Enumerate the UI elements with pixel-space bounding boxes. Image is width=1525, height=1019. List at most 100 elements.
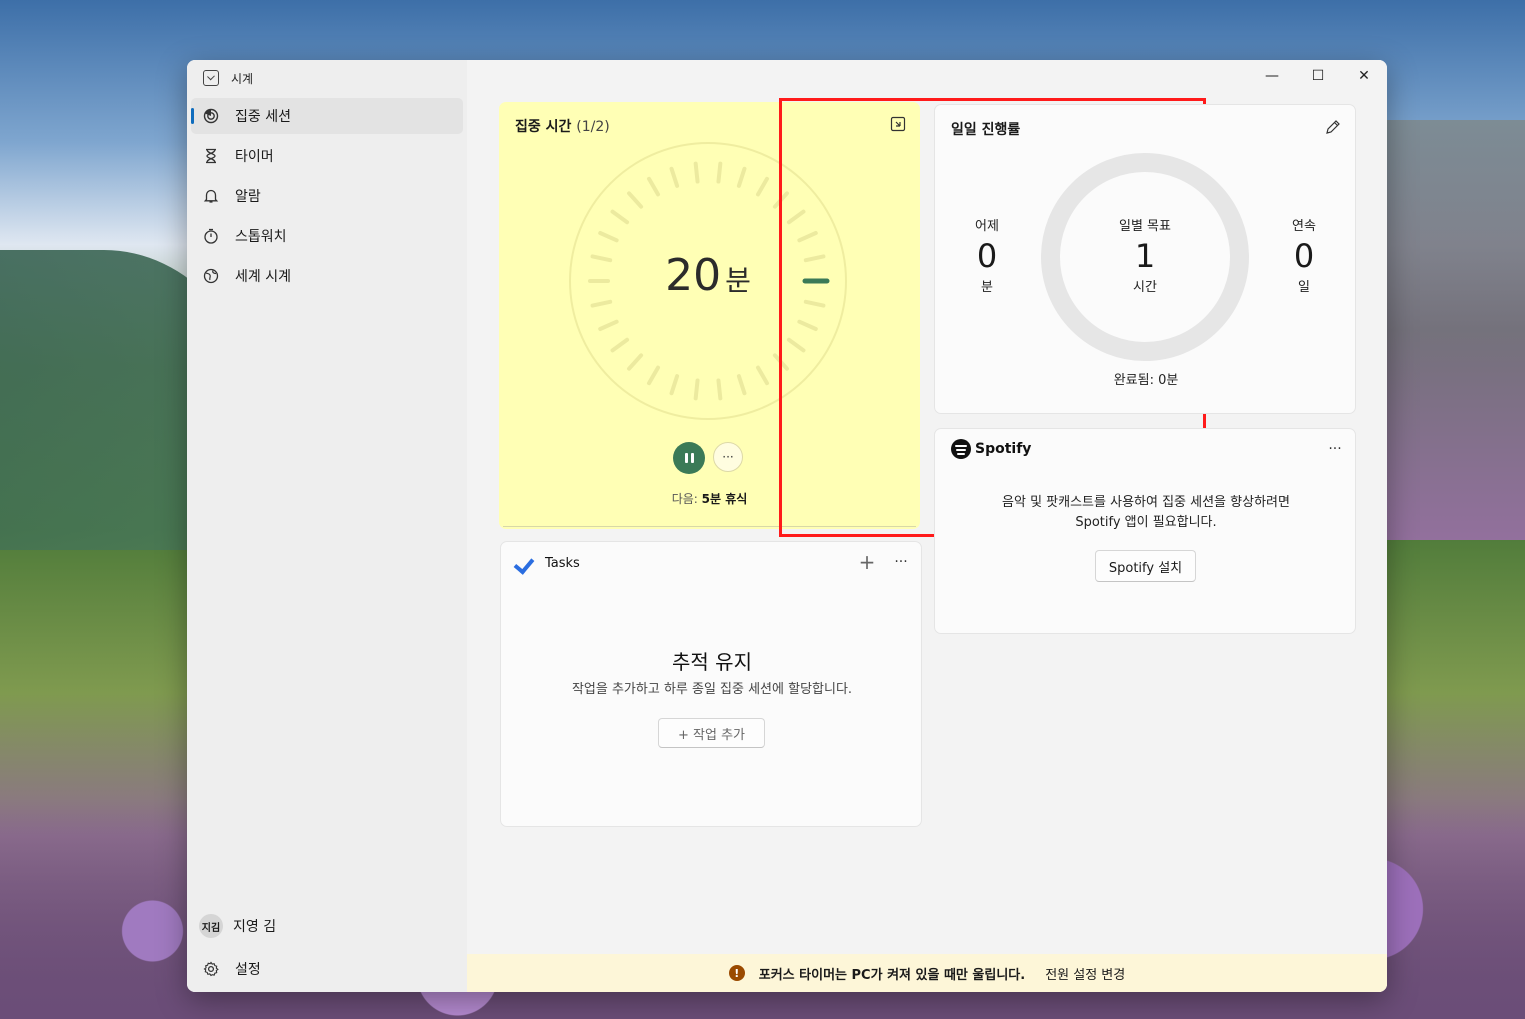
pause-button[interactable] bbox=[673, 442, 705, 474]
dial-tick bbox=[736, 166, 747, 188]
dial-tick bbox=[598, 231, 619, 243]
tasks-empty-description: 작업을 추가하고 하루 종일 집중 세션에 할당합니다. bbox=[571, 682, 853, 697]
dial-tick bbox=[797, 319, 818, 331]
dial-tick bbox=[647, 176, 660, 197]
next-up: 다음: 5분 휴식 bbox=[499, 490, 920, 507]
dial-tick bbox=[803, 299, 826, 308]
dial-tick bbox=[716, 161, 723, 184]
dial-tick bbox=[772, 353, 789, 371]
completed-text: 완료됨: 0분 bbox=[1113, 373, 1179, 388]
focus-more-button[interactable]: ··· bbox=[713, 442, 743, 472]
add-task-plus-button[interactable]: + bbox=[855, 550, 879, 574]
hourglass-icon bbox=[203, 148, 219, 164]
dial-tick bbox=[797, 231, 818, 243]
dial-tick bbox=[669, 374, 680, 396]
spotify-icon bbox=[951, 439, 971, 459]
sidebar-item-label: 집중 세션 bbox=[235, 109, 291, 125]
sidebar-item-label: 알람 bbox=[235, 189, 261, 205]
yesterday-value: 0 bbox=[976, 237, 998, 275]
focus-card-title: 집중 시간 (1/2) bbox=[515, 116, 610, 136]
gear-icon bbox=[203, 961, 219, 977]
dial-tick bbox=[693, 378, 700, 401]
warning-icon: ! bbox=[728, 965, 745, 981]
pause-icon-bar bbox=[684, 453, 688, 463]
dial-tick bbox=[610, 337, 630, 353]
dial-tick bbox=[756, 365, 769, 386]
progress-title: 일일 진행률 bbox=[951, 122, 1021, 138]
maximize-button[interactable]: ☐ bbox=[1295, 60, 1341, 92]
spotify-logo: Spotify bbox=[951, 439, 1031, 459]
dial-tick bbox=[786, 209, 806, 225]
focus-session-count: (1/2) bbox=[576, 119, 610, 135]
sidebar-item-label: 스톱워치 bbox=[235, 229, 287, 245]
tasks-header: Tasks bbox=[515, 554, 580, 572]
focus-title: 집중 시간 bbox=[515, 119, 572, 135]
user-account[interactable]: 지김 지영 김 bbox=[199, 914, 276, 938]
focus-divider bbox=[503, 526, 916, 527]
install-spotify-button[interactable]: Spotify 설치 bbox=[1095, 550, 1196, 582]
avatar: 지김 bbox=[199, 914, 223, 938]
dial-tick bbox=[736, 374, 747, 396]
sidebar-item-timer[interactable]: 타이머 bbox=[191, 138, 463, 174]
streak-stat: 연속 0 일 bbox=[1264, 215, 1344, 295]
pause-icon-bar bbox=[690, 453, 694, 463]
minimize-button[interactable]: — bbox=[1249, 60, 1295, 92]
goal-unit: 시간 bbox=[1133, 280, 1157, 295]
dial-tick bbox=[610, 209, 630, 225]
daily-goal-stat[interactable]: 일별 목표 1 시간 bbox=[1105, 215, 1185, 295]
dial-tick bbox=[627, 353, 644, 371]
streak-unit: 일 bbox=[1298, 280, 1310, 295]
streak-value: 0 bbox=[1293, 237, 1315, 275]
app-title: 시계 bbox=[231, 71, 254, 86]
globe-icon bbox=[203, 268, 219, 284]
close-button[interactable]: ✕ bbox=[1341, 60, 1387, 92]
bell-icon bbox=[203, 188, 219, 204]
stopwatch-icon bbox=[203, 228, 219, 244]
tasks-empty-title: 추적 유지 bbox=[672, 650, 752, 674]
sidebar-item-alarm[interactable]: 알람 bbox=[191, 178, 463, 214]
clock-app-icon bbox=[203, 70, 219, 86]
streak-label: 연속 bbox=[1292, 219, 1316, 234]
spotify-more-button[interactable]: ··· bbox=[1323, 437, 1347, 461]
timer-unit: 분 bbox=[725, 264, 751, 297]
dial-tick bbox=[693, 161, 700, 184]
next-value: 5분 휴식 bbox=[701, 492, 748, 506]
app-title-bar: 시계 bbox=[203, 68, 253, 88]
dial-tick bbox=[716, 378, 723, 401]
tasks-more-button[interactable]: ··· bbox=[889, 550, 913, 574]
tasks-title: Tasks bbox=[545, 555, 580, 571]
timer-readout: 20 분 bbox=[565, 250, 851, 301]
power-settings-link[interactable]: 전원 설정 변경 bbox=[1045, 964, 1125, 983]
edit-pencil-icon[interactable] bbox=[1321, 115, 1345, 139]
yesterday-stat: 어제 0 분 bbox=[947, 215, 1027, 295]
dial-tick bbox=[786, 337, 806, 353]
nav-list: 집중 세션 타이머 알람 스톱워치 세계 시계 bbox=[191, 98, 463, 298]
sidebar-item-stopwatch[interactable]: 스톱워치 bbox=[191, 218, 463, 254]
yesterday-unit: 분 bbox=[981, 280, 993, 295]
spotify-message-line1: 음악 및 팟캐스트를 사용하여 집중 세션을 향상하려면 bbox=[1002, 495, 1290, 510]
next-prefix: 다음: bbox=[671, 492, 698, 506]
compact-overlay-icon[interactable] bbox=[886, 112, 910, 136]
clock-app-window: 시계 집중 세션 타이머 알람 스톱워치 세계 시계 지김 지영 김 설정 — … bbox=[187, 60, 1387, 992]
dial-tick bbox=[627, 191, 644, 209]
spotify-brand: Spotify bbox=[975, 441, 1032, 457]
add-task-button[interactable]: + 작업 추가 bbox=[658, 718, 765, 748]
dial-tick bbox=[647, 365, 660, 386]
todo-check-icon bbox=[515, 554, 537, 572]
settings-button[interactable]: 설정 bbox=[199, 958, 261, 980]
sidebar: 시계 집중 세션 타이머 알람 스톱워치 세계 시계 지김 지영 김 설정 bbox=[187, 60, 467, 992]
sidebar-item-label: 타이머 bbox=[235, 149, 274, 165]
sidebar-item-focus-sessions[interactable]: 집중 세션 bbox=[191, 98, 463, 134]
goal-value: 1 bbox=[1134, 237, 1156, 275]
dial-tick bbox=[772, 191, 789, 209]
settings-label: 설정 bbox=[235, 962, 261, 978]
spotify-card: Spotify ··· 음악 및 팟캐스트를 사용하여 집중 세션을 향상하려면… bbox=[934, 428, 1356, 634]
window-controls: — ☐ ✕ bbox=[1249, 60, 1387, 92]
dial-tick bbox=[598, 319, 619, 331]
sidebar-item-world-clock[interactable]: 세계 시계 bbox=[191, 258, 463, 294]
dial-tick bbox=[756, 176, 769, 197]
timer-value: 20 bbox=[665, 250, 722, 301]
yesterday-label: 어제 bbox=[975, 219, 999, 234]
spotify-message: 음악 및 팟캐스트를 사용하여 집중 세션을 향상하려면 Spotify 앱이 … bbox=[955, 493, 1337, 533]
sidebar-item-label: 세계 시계 bbox=[235, 269, 291, 285]
